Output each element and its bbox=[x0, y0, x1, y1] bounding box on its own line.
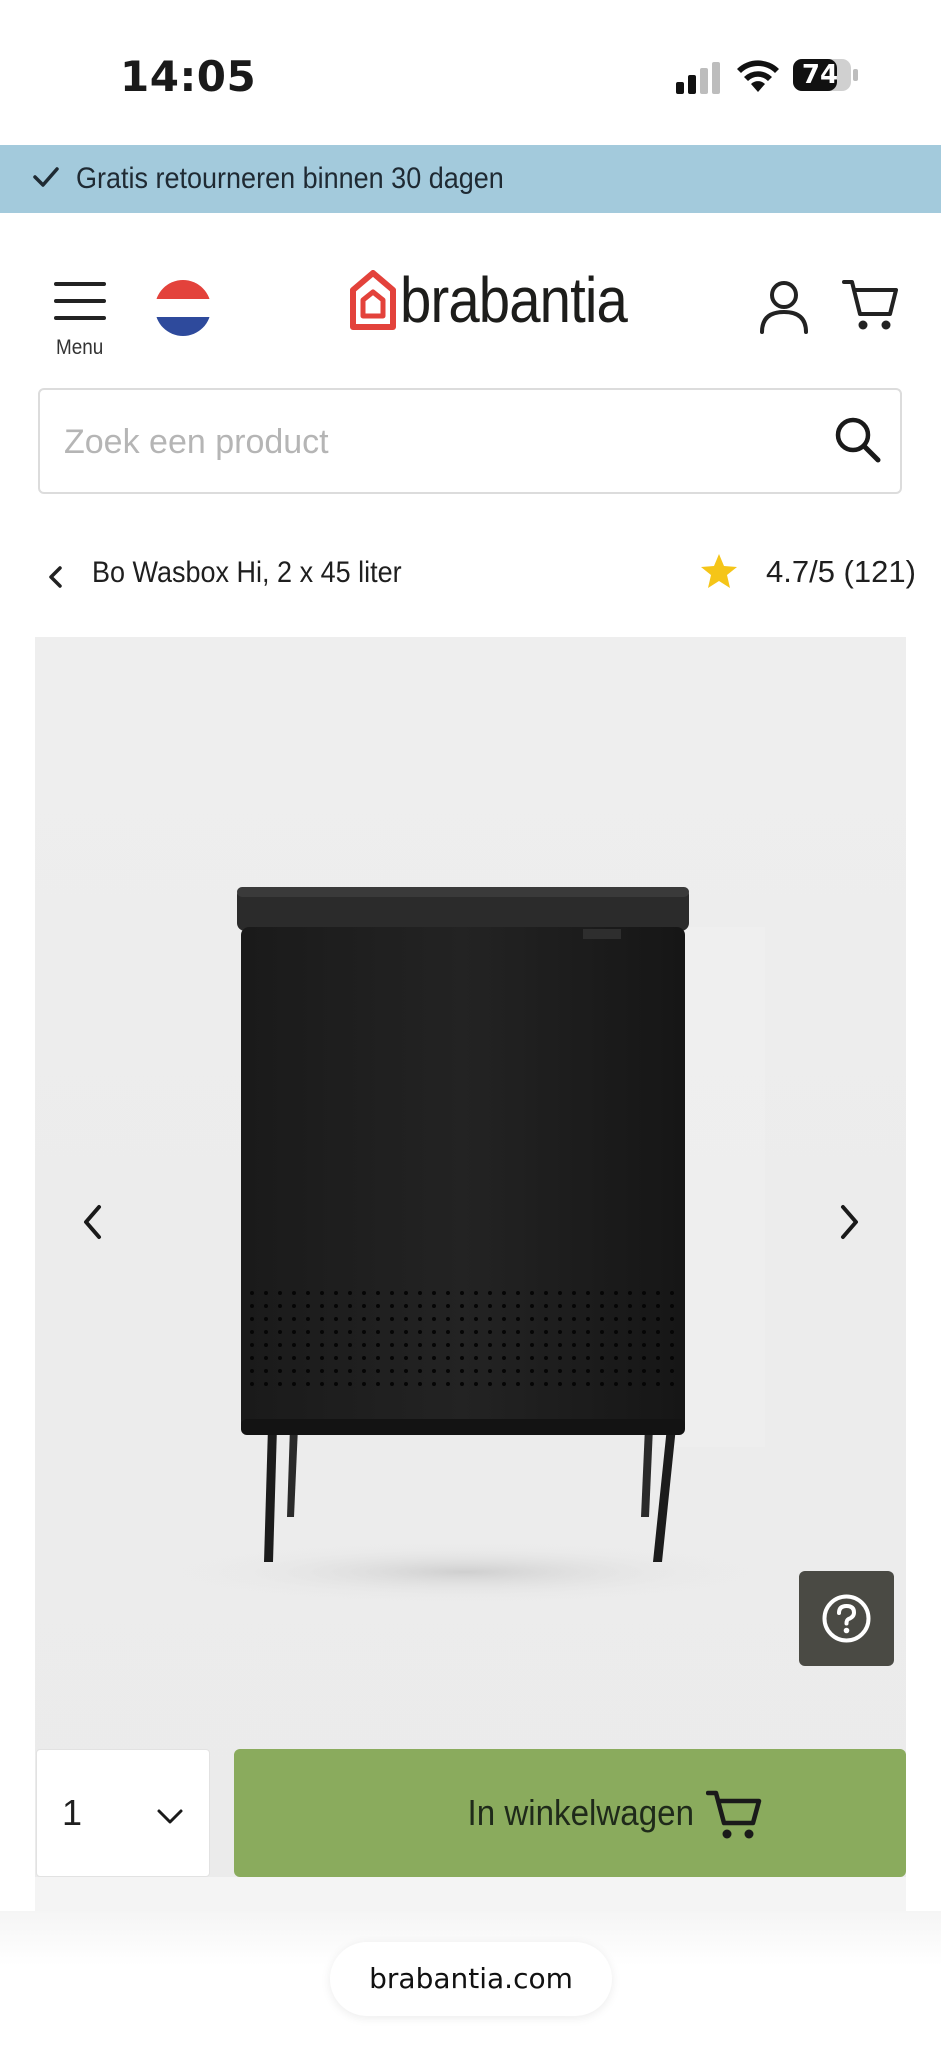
search-input[interactable] bbox=[62, 390, 826, 494]
next-chevron-icon[interactable] bbox=[836, 1202, 862, 1242]
cart-icon bbox=[706, 1790, 762, 1839]
search-box[interactable] bbox=[38, 388, 902, 494]
prev-chevron-icon[interactable] bbox=[80, 1202, 106, 1242]
star-icon bbox=[701, 554, 737, 588]
nl-flag-icon[interactable] bbox=[155, 280, 211, 336]
product-image bbox=[175, 887, 765, 1602]
url-bar[interactable]: brabantia.com bbox=[330, 1942, 612, 2016]
brand-logo[interactable]: brabantia bbox=[350, 268, 658, 332]
help-icon bbox=[822, 1594, 871, 1643]
quantity-value: 1 bbox=[62, 1792, 83, 1833]
promo-text: Gratis retourneren binnen 30 dagen bbox=[76, 162, 504, 195]
battery-level: 74 bbox=[801, 60, 839, 90]
account-icon[interactable] bbox=[758, 278, 810, 334]
signal-icon bbox=[676, 62, 720, 94]
wifi-icon bbox=[737, 60, 779, 92]
check-icon bbox=[33, 167, 59, 187]
help-button[interactable] bbox=[799, 1571, 894, 1666]
add-to-cart-button[interactable]: In winkelwagen bbox=[234, 1749, 906, 1877]
chevron-down-icon bbox=[157, 1809, 183, 1824]
menu-label[interactable]: Menu bbox=[56, 336, 103, 360]
add-to-cart-label: In winkelwagen bbox=[467, 1792, 694, 1833]
logo-house-icon bbox=[350, 270, 396, 330]
url-text: brabantia.com bbox=[369, 1962, 573, 1995]
thumbnail-strip[interactable] bbox=[35, 1877, 906, 1911]
status-time: 14:05 bbox=[120, 52, 257, 101]
product-gallery[interactable] bbox=[35, 637, 906, 1905]
menu-icon[interactable] bbox=[54, 280, 110, 322]
logo-text: brabantia bbox=[400, 264, 628, 336]
search-icon[interactable] bbox=[832, 414, 882, 464]
promo-banner: Gratis retourneren binnen 30 dagen bbox=[0, 145, 941, 213]
product-title: Bo Wasbox Hi, 2 x 45 liter bbox=[92, 556, 402, 589]
cart-icon[interactable] bbox=[842, 278, 898, 332]
product-rating[interactable]: 4.7/5 (121) bbox=[766, 554, 916, 590]
back-chevron-icon[interactable] bbox=[46, 565, 66, 589]
